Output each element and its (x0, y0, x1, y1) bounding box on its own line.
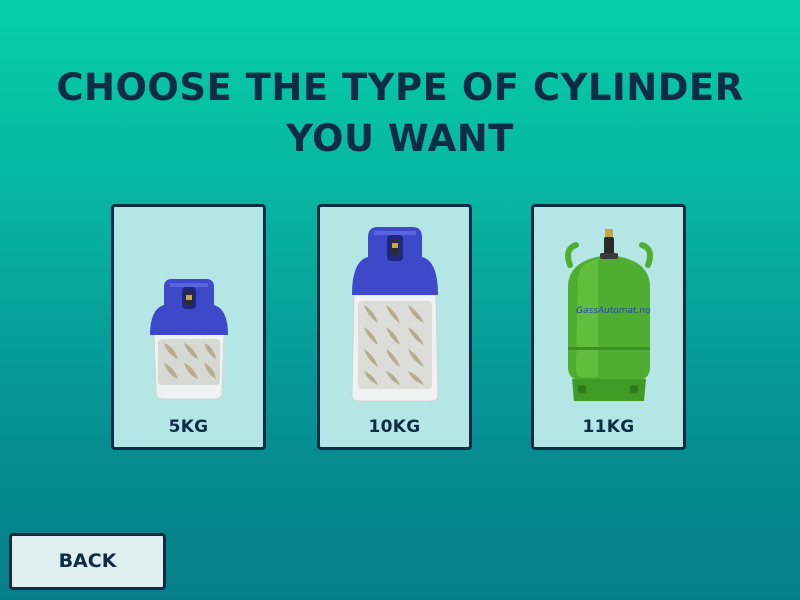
cylinder-11kg-image: GassAutomat.no (565, 229, 653, 401)
cylinder-11kg-brand-text: GassAutomat.no (576, 306, 651, 316)
cylinder-option-5kg[interactable]: 5KG (111, 204, 266, 450)
cylinder-option-10kg[interactable]: 10KG (317, 204, 472, 450)
cylinder-5kg-label: 5KG (168, 417, 209, 437)
cylinder-10kg-image (351, 227, 439, 402)
page-title: CHOOSE THE TYPE OF CYLINDER YOU WANT (0, 62, 800, 164)
page-title-line-2: YOU WANT (286, 117, 514, 160)
cylinder-option-11kg[interactable]: GassAutomat.no 11KG (531, 204, 686, 450)
cylinder-5kg-image (150, 279, 228, 400)
back-button[interactable]: BACK (9, 533, 166, 590)
cylinder-10kg-label: 10KG (368, 417, 421, 437)
page-title-line-1: CHOOSE THE TYPE OF CYLINDER (56, 66, 744, 109)
cylinder-11kg-label: 11KG (582, 417, 635, 437)
